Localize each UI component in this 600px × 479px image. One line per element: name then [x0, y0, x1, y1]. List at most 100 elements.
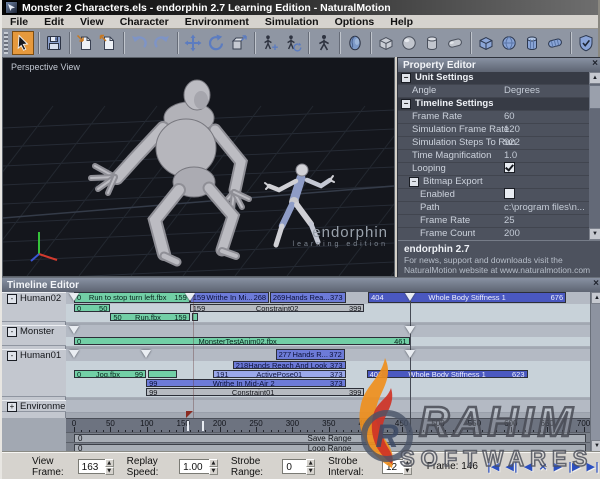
- replay-speed-input[interactable]: 1.00: [179, 459, 209, 474]
- property-value[interactable]: 120: [504, 124, 520, 136]
- view-frame-spinner[interactable]: ▲▼: [105, 459, 114, 474]
- menu-file[interactable]: File: [2, 16, 36, 28]
- collapse-icon[interactable]: -: [7, 351, 17, 361]
- transition-marker-icon[interactable]: [185, 293, 195, 301]
- collapse-icon[interactable]: −: [401, 73, 411, 83]
- collapse-icon[interactable]: -: [7, 294, 17, 304]
- character-translate-button[interactable]: [260, 31, 281, 55]
- property-row-angle[interactable]: AngleDegrees: [398, 85, 589, 98]
- toolbar-grip[interactable]: [4, 32, 8, 54]
- transition-marker-icon[interactable]: [69, 293, 79, 301]
- timeline-segment-run-to-stop-turn-left-fbx[interactable]: 0Run to stop turn left.fbx159: [74, 292, 190, 303]
- menu-simulation[interactable]: Simulation: [257, 16, 327, 28]
- property-value[interactable]: 60: [504, 111, 515, 123]
- transition-marker-icon[interactable]: [405, 293, 415, 301]
- scroll-up-icon[interactable]: ▲: [591, 292, 600, 304]
- menu-character[interactable]: Character: [112, 16, 177, 28]
- playhead-bracket[interactable]: [202, 421, 204, 431]
- property-row-path[interactable]: Pathc:\program files\n...: [398, 202, 589, 215]
- go-to-end-button[interactable]: ▶|: [587, 460, 599, 473]
- timeline-segment-whole-body-stiffness-1[interactable]: 402Whole Body Stiffness 1623: [367, 370, 528, 378]
- play-forward-button[interactable]: ▶: [554, 460, 562, 473]
- static-sphere-button[interactable]: [399, 31, 420, 55]
- playhead-line[interactable]: [193, 292, 194, 418]
- property-value[interactable]: Degrees: [504, 85, 540, 97]
- strobe-range-input[interactable]: 0: [282, 459, 306, 474]
- stop-button[interactable]: ×: [538, 460, 547, 473]
- frame-marker-line[interactable]: [410, 292, 411, 432]
- timeline-segment-hands-reach-and-look-[interactable]: 218Hands Reach And Look ...373: [233, 361, 346, 369]
- track-header-human02[interactable]: -Human02: [2, 292, 66, 322]
- property-row-simulation-steps-to-run[interactable]: Simulation Steps To Run922: [398, 137, 589, 150]
- static-cylinder-button[interactable]: [422, 31, 443, 55]
- transition-marker-icon[interactable]: [405, 326, 415, 334]
- dynamic-cylinder-button[interactable]: [522, 31, 543, 55]
- timeline-segment-jog-fbx[interactable]: 0Jog.fbx99: [74, 370, 146, 378]
- timeline-segment-constraint01[interactable]: 99Constraint01399: [146, 388, 364, 396]
- perspective-viewport[interactable]: Perspective View endorphin learning edit…: [2, 57, 395, 277]
- translate-tool-button[interactable]: [183, 31, 204, 55]
- property-value[interactable]: 1.0: [504, 150, 517, 162]
- step-back-button[interactable]: ◀|: [505, 460, 517, 473]
- property-row-looping[interactable]: Looping: [398, 163, 589, 176]
- timeline-segment[interactable]: [148, 370, 177, 378]
- property-value[interactable]: 922: [504, 137, 520, 149]
- property-value[interactable]: 25: [504, 215, 515, 227]
- property-value[interactable]: [504, 188, 515, 203]
- dynamic-capsule-button[interactable]: [545, 31, 566, 55]
- scroll-down-icon[interactable]: ▼: [589, 228, 600, 240]
- timeline-segment-run-fbx[interactable]: 50Run.fbx159: [110, 313, 189, 321]
- property-row-simulation-frame-rate[interactable]: Simulation Frame Rate120: [398, 124, 589, 137]
- property-row-time-magnification[interactable]: Time Magnification1.0: [398, 150, 589, 163]
- track-header-environment[interactable]: +Environment: [2, 400, 66, 412]
- transition-marker-icon[interactable]: [69, 350, 79, 358]
- import-file-button[interactable]: [75, 31, 96, 55]
- property-row-bitmap-export[interactable]: −Bitmap Export: [398, 176, 589, 189]
- save-button[interactable]: [44, 31, 65, 55]
- world-transform-button[interactable]: [229, 31, 250, 55]
- menu-help[interactable]: Help: [382, 16, 421, 28]
- property-row-frame-rate[interactable]: Frame Rate25: [398, 215, 589, 228]
- timeline-segment-whole-body-stiffness-1[interactable]: 404Whole Body Stiffness 1676: [368, 292, 566, 303]
- timeline-scrollbar[interactable]: ▲ ▼: [590, 292, 600, 452]
- track-header-monster[interactable]: -Monster: [2, 325, 66, 346]
- static-box-button[interactable]: [376, 31, 397, 55]
- property-scrollbar[interactable]: ▲ ▼: [589, 72, 600, 240]
- dynamic-sphere-button[interactable]: [499, 31, 520, 55]
- transition-marker-icon[interactable]: [405, 350, 415, 358]
- strobe-interval-spinner[interactable]: ▲▼: [403, 459, 412, 474]
- timeline-segment-monstertestanim02-fbx[interactable]: 0MonsterTestAnim02.fbx461: [74, 337, 410, 345]
- expand-icon[interactable]: +: [7, 402, 17, 412]
- play-backward-button[interactable]: ◀: [524, 460, 532, 473]
- menu-options[interactable]: Options: [327, 16, 383, 28]
- strobe-interval-input[interactable]: 12: [382, 459, 403, 474]
- playhead-bracket[interactable]: [187, 421, 189, 431]
- undo-button[interactable]: [129, 31, 150, 55]
- collapse-icon[interactable]: −: [409, 177, 419, 187]
- collapse-icon[interactable]: −: [401, 99, 411, 109]
- dynamic-box-button[interactable]: [476, 31, 497, 55]
- property-row-frame-rate[interactable]: Frame Rate60: [398, 111, 589, 124]
- menu-edit[interactable]: Edit: [36, 16, 72, 28]
- scroll-up-icon[interactable]: ▲: [589, 72, 600, 84]
- step-forward-button[interactable]: |▶: [568, 460, 580, 473]
- menu-environment[interactable]: Environment: [177, 16, 257, 28]
- property-row-enabled[interactable]: Enabled: [398, 189, 589, 202]
- static-capsule-button[interactable]: [445, 31, 466, 55]
- transition-marker-icon[interactable]: [69, 326, 79, 334]
- select-tool-button[interactable]: [12, 31, 33, 55]
- timeline-segment-hands-rea-[interactable]: 269Hands Rea...373: [270, 292, 346, 303]
- redo-button[interactable]: [152, 31, 173, 55]
- property-value[interactable]: 200: [504, 228, 520, 240]
- property-value[interactable]: c:\program files\n...: [504, 202, 585, 214]
- menu-view[interactable]: View: [72, 16, 112, 28]
- strobe-range-spinner[interactable]: ▲▼: [306, 459, 315, 474]
- close-icon[interactable]: ×: [593, 278, 599, 289]
- scroll-thumb[interactable]: [589, 85, 600, 109]
- export-file-button[interactable]: [98, 31, 119, 55]
- timeline-segment-hands-r-[interactable]: 277Hands R...372: [276, 349, 345, 360]
- property-row-unit-settings[interactable]: −Unit Settings: [398, 72, 589, 85]
- checkbox-icon[interactable]: [504, 188, 515, 199]
- timeline-segment-activepose01[interactable]: 191ActivePose01373: [213, 370, 345, 378]
- timeline-segment-constraint02[interactable]: 159Constraint02399: [190, 304, 365, 312]
